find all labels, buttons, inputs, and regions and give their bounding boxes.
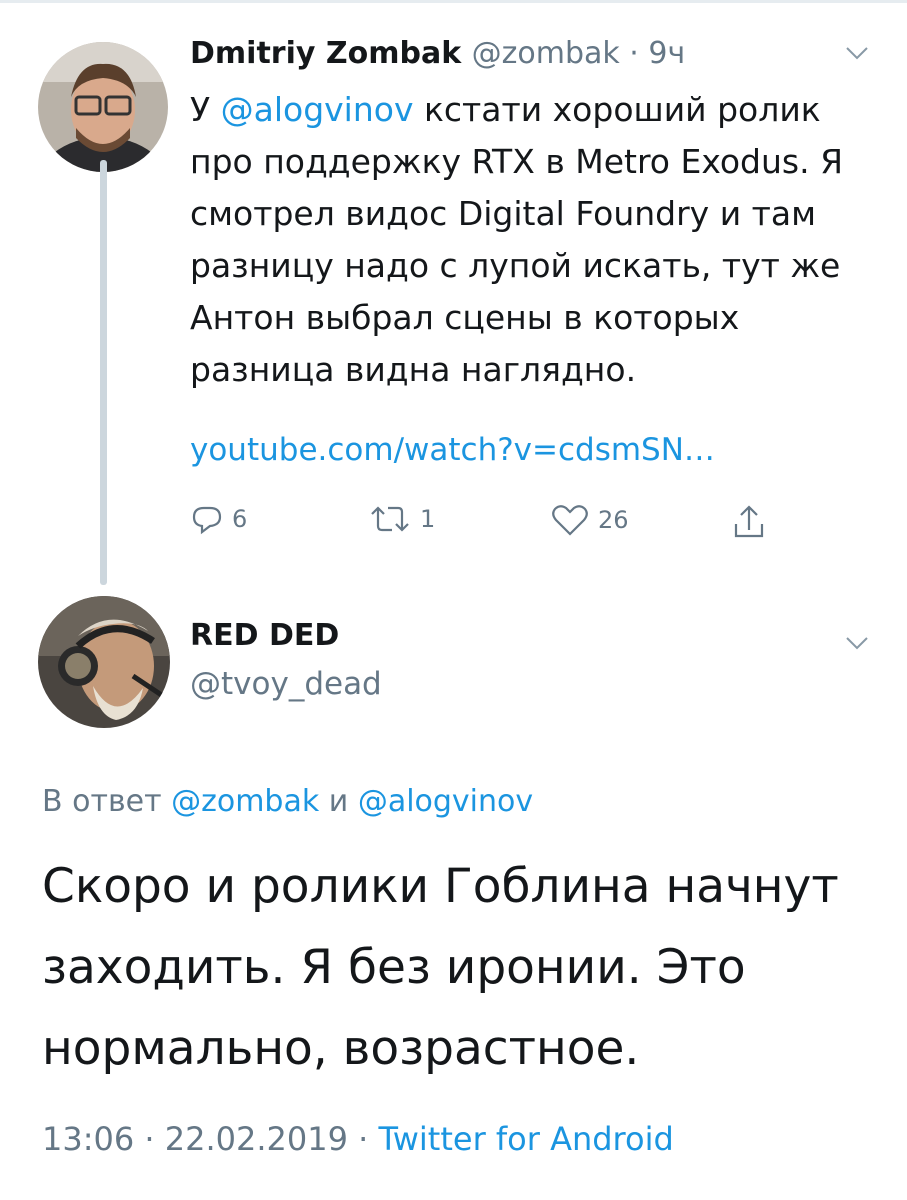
tweet-footer: 13:06 · 22.02.2019 · Twitter for Android	[42, 1120, 674, 1158]
meta-separator: ·	[347, 1120, 379, 1158]
author-handle[interactable]: @zombak	[472, 36, 620, 71]
tweet-text: У @alogvinov кстати хороший ролик про по…	[190, 84, 880, 396]
chevron-down-icon[interactable]	[845, 46, 869, 60]
meta-separator: ·	[134, 1120, 165, 1158]
chevron-down-icon[interactable]	[845, 636, 869, 650]
reply-button[interactable]: 6	[190, 502, 247, 536]
reply-context: В ответ @zombak и @alogvinov	[42, 784, 533, 819]
share-button[interactable]	[732, 502, 766, 542]
tweet-time: 13:06	[42, 1120, 135, 1158]
reply-count: 6	[232, 505, 248, 533]
reply-and: и	[319, 784, 358, 819]
avatar[interactable]	[38, 596, 170, 728]
thread-line	[100, 160, 107, 585]
author-name[interactable]: Dmitriy Zombak	[190, 36, 461, 71]
tweet-date: 22.02.2019	[164, 1120, 348, 1158]
tweet-header: Dmitriy Zombak @zombak · 9ч	[190, 36, 685, 71]
like-count: 26	[598, 506, 629, 534]
top-divider	[0, 0, 907, 3]
retweet-button[interactable]: 1	[368, 502, 435, 536]
tweet-text: Скоро и ролики Гоблина начнут заходить. …	[42, 859, 839, 1076]
author-name[interactable]: RED DED	[190, 618, 339, 653]
tweet-time[interactable]: 9ч	[648, 36, 685, 71]
retweet-icon	[371, 506, 409, 532]
reply-icon	[192, 506, 222, 535]
youtube-link[interactable]: youtube.com/watch?v=cdsmSN…	[190, 432, 715, 468]
avatar[interactable]	[38, 42, 168, 172]
retweet-count: 1	[420, 505, 436, 533]
like-icon	[552, 505, 588, 536]
mention-link[interactable]: @zombak	[171, 784, 319, 819]
like-button[interactable]: 26	[550, 502, 629, 538]
mention-link[interactable]: @alogvinov	[358, 784, 533, 819]
tweet-text-prefix: У	[190, 90, 221, 129]
reply-prefix: В ответ	[42, 784, 172, 819]
source-link[interactable]: Twitter for Android	[378, 1120, 673, 1158]
share-icon	[734, 505, 764, 538]
meta-separator: ·	[619, 36, 649, 71]
author-handle[interactable]: @tvoy_dead	[190, 666, 382, 702]
mention-link[interactable]: @alogvinov	[221, 90, 414, 129]
tweet-text-body: кстати хороший ролик про поддержку RTX в…	[190, 90, 844, 389]
tweet-actions: 6 1 26	[190, 502, 790, 546]
